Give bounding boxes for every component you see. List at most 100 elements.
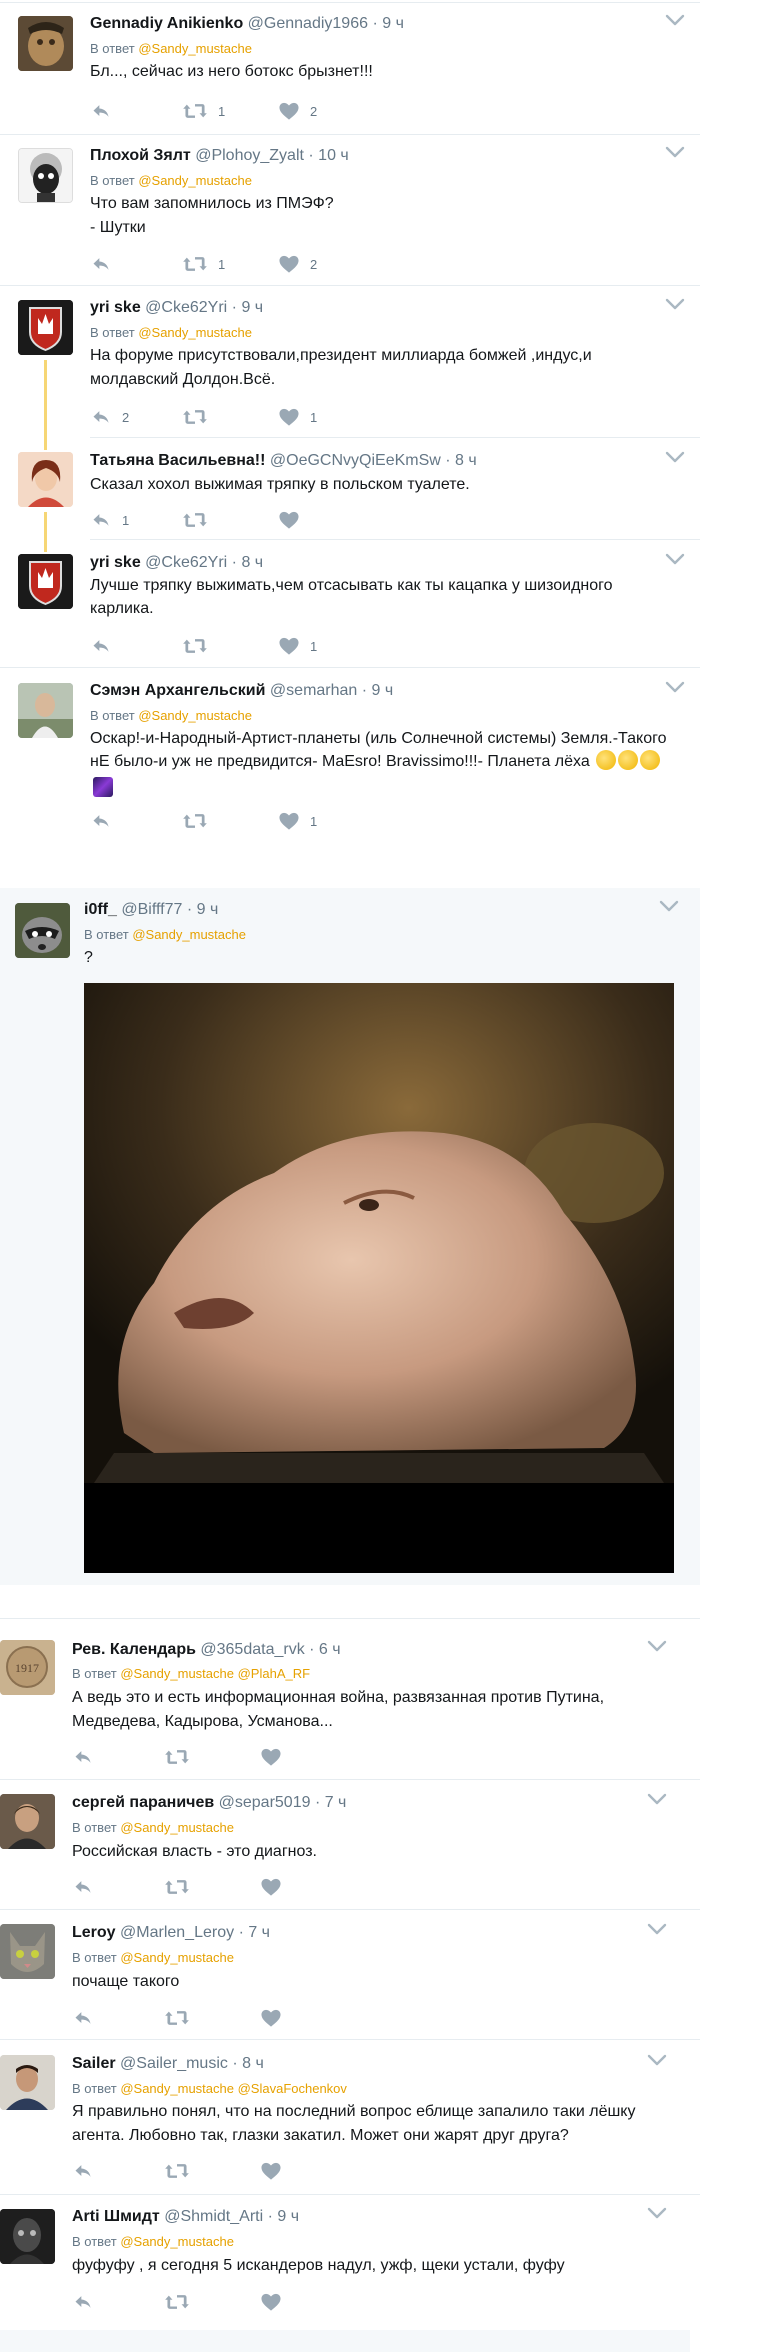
timestamp[interactable]: · 8 ч: [232, 554, 263, 571]
author-name[interactable]: Leroy: [72, 1924, 116, 1941]
like-button[interactable]: 1: [278, 810, 317, 832]
chevron-down-icon[interactable]: [664, 12, 686, 30]
chevron-down-icon[interactable]: [664, 551, 686, 569]
like-button[interactable]: [260, 1746, 282, 1768]
author-handle[interactable]: @Sailer_music: [120, 2055, 228, 2072]
author-name[interactable]: yri ske: [90, 299, 141, 316]
chevron-down-icon[interactable]: [646, 1791, 668, 1809]
author-name[interactable]: Arti Шмидт: [72, 2208, 160, 2225]
like-button[interactable]: [278, 509, 300, 531]
chevron-down-icon[interactable]: [646, 2205, 668, 2223]
retweet-button[interactable]: [164, 1876, 190, 1898]
reply-button[interactable]: 1: [90, 509, 129, 531]
reply-button[interactable]: [72, 1876, 94, 1898]
retweet-button[interactable]: [164, 2007, 190, 2029]
timestamp[interactable]: · 7 ч: [315, 1794, 346, 1811]
timestamp[interactable]: · 10 ч: [308, 147, 348, 164]
avatar[interactable]: [0, 1794, 55, 1849]
avatar[interactable]: [18, 148, 73, 203]
reply-mention[interactable]: @Sandy_mustache: [120, 1820, 234, 1835]
tweet-media-image[interactable]: [84, 983, 674, 1573]
author-handle[interactable]: @Bifff77: [121, 901, 182, 918]
reply-button[interactable]: [72, 2007, 94, 2029]
reply-mention[interactable]: @Sandy_mustache: [138, 708, 252, 723]
avatar[interactable]: 1917: [0, 1640, 55, 1695]
reply-button[interactable]: [90, 100, 112, 122]
timestamp[interactable]: · 7 ч: [239, 1924, 270, 1941]
retweet-button[interactable]: [182, 509, 208, 531]
chevron-down-icon[interactable]: [664, 679, 686, 697]
retweet-button[interactable]: [182, 635, 208, 657]
timestamp[interactable]: · 9 ч: [362, 682, 393, 699]
reply-button[interactable]: [72, 2160, 94, 2182]
timestamp[interactable]: · 9 ч: [372, 15, 403, 32]
like-button[interactable]: 2: [278, 253, 317, 275]
author-name[interactable]: Татьяна Васильевна!!: [90, 452, 265, 469]
chevron-down-icon[interactable]: [646, 1638, 668, 1656]
reply-button[interactable]: [72, 1746, 94, 1768]
author-handle[interactable]: @OeGCNvyQiEeKmSw: [270, 452, 441, 469]
avatar[interactable]: [0, 2209, 55, 2264]
avatar[interactable]: [18, 554, 73, 609]
timestamp[interactable]: · 6 ч: [309, 1641, 340, 1658]
chevron-down-icon[interactable]: [646, 1921, 668, 1939]
timestamp[interactable]: · 9 ч: [232, 299, 263, 316]
avatar[interactable]: [15, 903, 70, 958]
like-button[interactable]: [260, 2291, 282, 2313]
retweet-button[interactable]: 1: [182, 100, 225, 122]
avatar[interactable]: [18, 16, 73, 71]
avatar[interactable]: [18, 452, 73, 507]
like-button[interactable]: [260, 1876, 282, 1898]
reply-mention[interactable]: @Sandy_mustache: [120, 1950, 234, 1965]
author-handle[interactable]: @Shmidt_Arti: [164, 2208, 263, 2225]
load-more-bar[interactable]: [0, 2330, 690, 2352]
avatar[interactable]: [0, 2055, 55, 2110]
author-name[interactable]: Рев. Календарь: [72, 1641, 196, 1658]
author-name[interactable]: Sailer: [72, 2055, 116, 2072]
avatar[interactable]: [18, 300, 73, 355]
reply-mention[interactable]: @PlahA_RF: [238, 1666, 310, 1681]
like-button[interactable]: 1: [278, 635, 317, 657]
chevron-down-icon[interactable]: [646, 2052, 668, 2070]
retweet-button[interactable]: [182, 810, 208, 832]
author-handle[interactable]: @Cke62Yri: [145, 554, 227, 571]
like-button[interactable]: 1: [278, 406, 317, 428]
reply-button[interactable]: [72, 2291, 94, 2313]
reply-button[interactable]: [90, 635, 112, 657]
retweet-button[interactable]: 1: [182, 253, 225, 275]
reply-mention[interactable]: @Sandy_mustache: [120, 2234, 234, 2249]
author-name[interactable]: сергей параничев: [72, 1794, 214, 1811]
author-handle[interactable]: @Marlen_Leroy: [120, 1924, 234, 1941]
author-handle[interactable]: @separ5019: [219, 1794, 311, 1811]
timestamp[interactable]: · 8 ч: [232, 2055, 263, 2072]
chevron-down-icon[interactable]: [664, 449, 686, 467]
timestamp[interactable]: · 9 ч: [187, 901, 218, 918]
author-handle[interactable]: @Plohoy_Zyalt: [195, 147, 304, 164]
reply-button[interactable]: [90, 810, 112, 832]
author-name[interactable]: Gennadiy Anikienko: [90, 15, 243, 32]
like-button[interactable]: [260, 2160, 282, 2182]
chevron-down-icon[interactable]: [664, 144, 686, 162]
author-handle[interactable]: @Cke62Yri: [145, 299, 227, 316]
author-handle[interactable]: @365data_rvk: [200, 1641, 304, 1658]
chevron-down-icon[interactable]: [664, 296, 686, 314]
retweet-button[interactable]: [164, 1746, 190, 1768]
reply-mention[interactable]: @Sandy_mustache: [120, 2081, 234, 2096]
timestamp[interactable]: · 8 ч: [445, 452, 476, 469]
author-name[interactable]: i0ff_: [84, 901, 117, 918]
chevron-down-icon[interactable]: [658, 898, 680, 916]
retweet-button[interactable]: [164, 2160, 190, 2182]
reply-mention[interactable]: @Sandy_mustache: [132, 927, 246, 942]
reply-mention[interactable]: @Sandy_mustache: [138, 325, 252, 340]
like-button[interactable]: 2: [278, 100, 317, 122]
author-handle[interactable]: @semarhan: [270, 682, 357, 699]
avatar[interactable]: [18, 683, 73, 738]
reply-mention[interactable]: @Sandy_mustache: [138, 173, 252, 188]
like-button[interactable]: [260, 2007, 282, 2029]
author-name[interactable]: yri ske: [90, 554, 141, 571]
reply-button[interactable]: 2: [90, 406, 129, 428]
reply-button[interactable]: [90, 253, 112, 275]
retweet-button[interactable]: [182, 406, 208, 428]
avatar[interactable]: [0, 1924, 55, 1979]
timestamp[interactable]: · 9 ч: [268, 2208, 299, 2225]
